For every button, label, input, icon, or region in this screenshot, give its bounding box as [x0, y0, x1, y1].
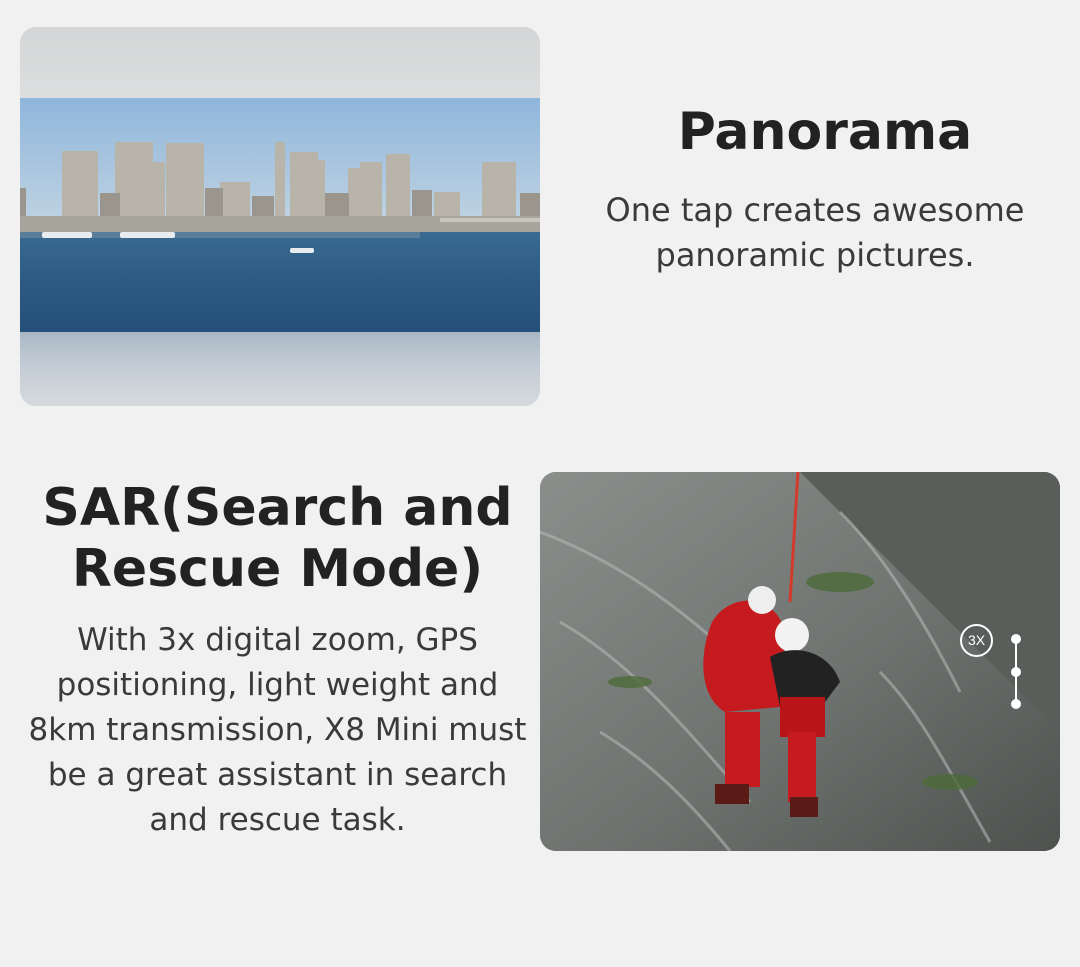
sar-title: SAR(Search and Rescue Mode)	[42, 478, 513, 599]
zoom-3x-badge: 3X	[960, 624, 993, 657]
zoom-dot-middle	[1011, 667, 1021, 677]
sar-description: With 3x digital zoom, GPS positioning, l…	[28, 622, 527, 838]
panorama-image	[20, 27, 540, 406]
zoom-dot-bottom	[1011, 699, 1021, 709]
panorama-title: Panorama	[677, 102, 973, 162]
panorama-city-photo	[20, 98, 540, 332]
panorama-reflection	[20, 332, 540, 406]
panorama-description: One tap creates awesome panoramic pictur…	[605, 191, 1025, 274]
zoom-level-indicator: 3X	[960, 624, 1030, 714]
zoom-dot-top	[1011, 634, 1021, 644]
